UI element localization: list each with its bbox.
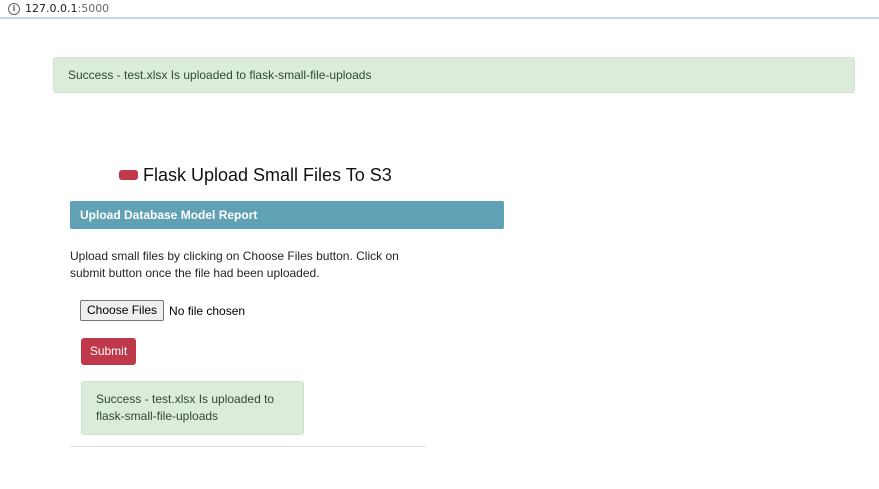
card-header-label: Upload Database Model Report [80,208,258,222]
info-icon[interactable]: i [8,3,20,15]
file-input[interactable]: Choose Files No file chosen [80,300,245,321]
success-alert-bottom: Success - test.xlsx Is uploaded to flask… [81,381,304,435]
file-status-text: No file chosen [169,303,246,318]
url-host: 127.0.0.1 [25,2,78,15]
divider [70,446,426,447]
title-badge [119,170,138,180]
url-port: :5000 [77,2,110,15]
browser-address-bar[interactable]: i 127.0.0.1:5000 [0,0,879,19]
url-text[interactable]: 127.0.0.1:5000 [25,2,109,16]
card-header: Upload Database Model Report [70,201,504,229]
page-title-row: Flask Upload Small Files To S3 [119,163,392,187]
success-alert-top-text: Success - test.xlsx Is uploaded to flask… [68,68,372,82]
success-alert-bottom-text: Success - test.xlsx Is uploaded to flask… [96,392,275,423]
page-title: Flask Upload Small Files To S3 [143,164,392,185]
success-alert-top: Success - test.xlsx Is uploaded to flask… [53,57,855,93]
upload-instructions: Upload small files by clicking on Choose… [70,249,399,280]
submit-button[interactable]: Submit [81,338,136,365]
choose-files-button[interactable]: Choose Files [80,300,165,321]
